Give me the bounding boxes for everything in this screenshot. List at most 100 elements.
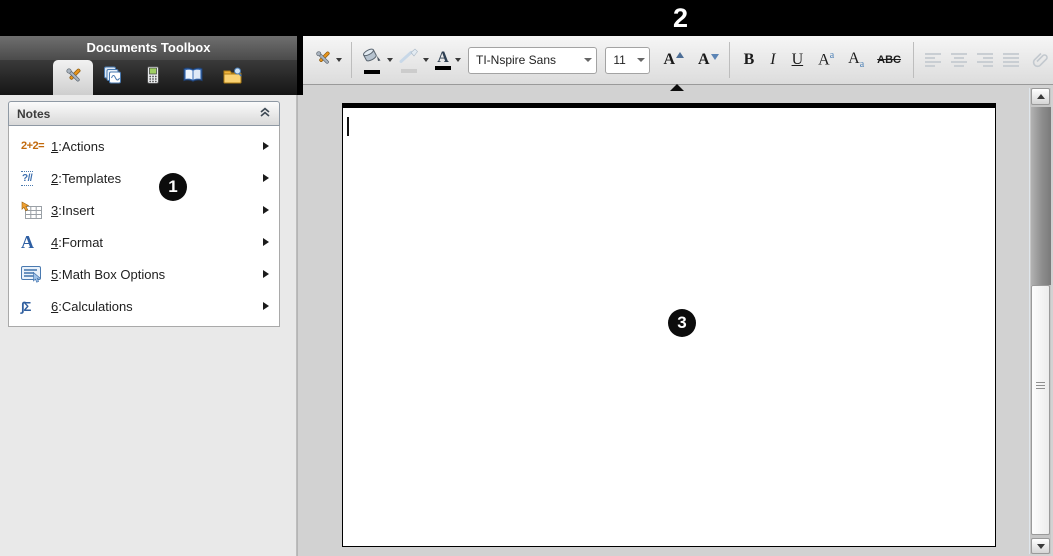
text-color-button[interactable]: A [435, 51, 461, 70]
menu-item-format[interactable]: A 4:Format [9, 226, 279, 258]
scrollbar-grip [1036, 382, 1045, 391]
underline-button[interactable]: U [792, 50, 804, 70]
font-family-select[interactable]: TI-Nspire Sans [468, 47, 597, 74]
menu-item-label: 5:Math Box Options [51, 267, 263, 282]
templates-icon: ?// [21, 171, 51, 186]
sidebar-toolbar-divider [297, 36, 303, 95]
chevron-down-icon [579, 58, 596, 62]
font-family-value: TI-Nspire Sans [469, 53, 556, 67]
subscript-button[interactable]: Aa [848, 50, 864, 70]
format-icon: A [21, 233, 51, 251]
tools-icon [314, 49, 332, 72]
toolbar-collapse-arrow[interactable] [670, 84, 684, 91]
text-color-letter: A [437, 51, 449, 65]
align-center-button[interactable] [950, 52, 968, 68]
chevron-down-icon [632, 58, 649, 62]
toolbox-tab-row [0, 60, 297, 95]
paperclip-icon [1032, 51, 1049, 69]
insert-attachment-button[interactable] [1032, 51, 1049, 69]
toolbar-separator [351, 42, 352, 78]
menu-item-label: 4:Format [51, 235, 263, 250]
triangle-down-icon [1037, 544, 1045, 549]
superscript-button[interactable]: Aa [818, 50, 834, 69]
toolbox-panel-area: Notes 2+2= 1:Actions [0, 95, 297, 556]
align-right-icon [976, 52, 994, 68]
align-left-button[interactable] [924, 52, 942, 68]
callout-2: 2 [673, 3, 688, 34]
font-size-select[interactable]: 11 [605, 47, 650, 74]
line-color-swatch [401, 69, 417, 73]
ti-nspire-window: 2 Documents Toolbox [0, 0, 1053, 556]
fill-color-button[interactable] [361, 47, 393, 74]
notes-panel: Notes 2+2= 1:Actions [8, 101, 280, 327]
tab-document-tools[interactable] [53, 60, 93, 95]
align-justify-button[interactable] [1002, 52, 1020, 68]
menu-item-label: 2:Templates [51, 171, 263, 186]
formatting-toolbar: A TI-Nspire Sans 11 A A B I U Aa Aa ABC [303, 36, 1053, 85]
align-center-icon [950, 52, 968, 68]
collapse-chevron-icon[interactable] [259, 105, 271, 123]
tools-icon [64, 66, 83, 90]
triangle-down-icon [711, 54, 719, 60]
submenu-arrow-icon [263, 174, 269, 182]
menu-item-label: 1:Actions [51, 139, 263, 154]
menu-item-templates[interactable]: ?// 2:Templates [9, 162, 279, 194]
dropdown-caret-icon [387, 58, 393, 62]
tab-handheld[interactable] [133, 60, 173, 95]
fill-color-swatch [364, 70, 380, 74]
submenu-arrow-icon [263, 302, 269, 310]
documents-toolbox-sidebar: Documents Toolbox [0, 36, 297, 556]
scroll-up-button[interactable] [1031, 88, 1050, 105]
increase-font-size-button[interactable]: A [663, 51, 675, 69]
menu-item-actions[interactable]: 2+2= 1:Actions [9, 130, 279, 162]
triangle-up-icon [1037, 94, 1045, 99]
paint-bucket-icon [361, 47, 383, 69]
text-cursor [347, 117, 349, 136]
calculator-icon [147, 66, 159, 89]
align-right-button[interactable] [976, 52, 994, 68]
triangle-up-icon [676, 52, 684, 58]
dropdown-caret-icon [423, 58, 429, 62]
page-sorter-icon [103, 66, 123, 89]
bold-button[interactable]: B [744, 50, 755, 70]
math-box-icon [21, 266, 51, 283]
insert-icon [21, 201, 51, 220]
vertical-scrollbar[interactable] [1029, 88, 1051, 554]
notes-menu: 2+2= 1:Actions ?// 2:Templates [8, 126, 280, 327]
menu-item-label: 6:Calculations [51, 299, 263, 314]
strikethrough-button[interactable]: ABC [877, 54, 901, 66]
menu-item-calculations[interactable]: ∫Σ 6:Calculations [9, 290, 279, 322]
tab-page-sorter[interactable] [93, 60, 133, 95]
font-size-value: 11 [606, 53, 625, 67]
submenu-arrow-icon [263, 238, 269, 246]
toolbar-separator [913, 42, 914, 78]
text-color-swatch [435, 66, 451, 70]
callout-1: 1 [159, 173, 187, 201]
dropdown-caret-icon [455, 58, 461, 62]
submenu-arrow-icon [263, 142, 269, 150]
top-black-bar [0, 0, 1053, 36]
document-tools-button[interactable] [314, 49, 342, 72]
scrollbar-thumb[interactable] [1031, 285, 1050, 535]
document-area: 3 [297, 85, 1053, 556]
scroll-down-button[interactable] [1031, 538, 1050, 554]
actions-icon: 2+2= [21, 140, 51, 152]
scrollbar-track-upper[interactable] [1031, 107, 1051, 285]
italic-button[interactable]: I [770, 50, 775, 70]
toolbar-separator [729, 42, 730, 78]
tab-content-explorer[interactable] [213, 60, 253, 95]
folder-search-icon [223, 67, 243, 89]
line-color-button[interactable] [399, 48, 429, 73]
menu-item-insert[interactable]: 3:Insert [9, 194, 279, 226]
decrease-font-size-button[interactable]: A [698, 51, 710, 69]
menu-item-label: 3:Insert [51, 203, 263, 218]
callout-3: 3 [668, 309, 696, 337]
tab-utilities[interactable] [173, 60, 213, 95]
brush-icon [399, 48, 419, 68]
align-justify-icon [1002, 52, 1020, 68]
documents-toolbox-title: Documents Toolbox [0, 36, 297, 60]
menu-item-math-box-options[interactable]: 5:Math Box Options [9, 258, 279, 290]
align-left-icon [924, 52, 942, 68]
notes-panel-title: Notes [17, 107, 50, 121]
notes-panel-header[interactable]: Notes [8, 101, 280, 126]
